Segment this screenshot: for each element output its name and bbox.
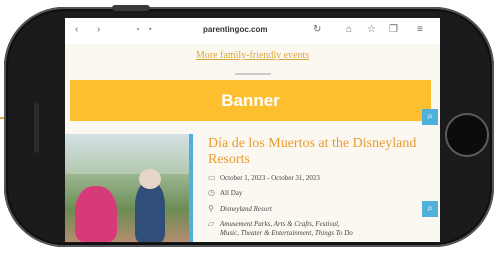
extension-icon[interactable]: ⌂ bbox=[346, 24, 352, 36]
volume-button bbox=[112, 5, 150, 11]
calendar-icon: ▭ bbox=[208, 173, 216, 182]
event-time-row: ◷ All Day bbox=[208, 188, 242, 197]
home-button[interactable] bbox=[445, 113, 489, 157]
event-categories[interactable]: Amusement Parks, Arts & Crafts, Festival… bbox=[220, 220, 340, 228]
event-photo[interactable] bbox=[65, 134, 189, 242]
speaker-grille bbox=[34, 103, 39, 153]
event-accent-bar bbox=[189, 134, 193, 242]
search-button-secondary[interactable]: ⌕ bbox=[422, 201, 438, 217]
event-categories-row: ▱ Amusement Parks, Arts & Crafts, Festiva… bbox=[208, 219, 340, 228]
search-icon: ⌕ bbox=[427, 203, 433, 214]
lock-icon: ▪ bbox=[149, 26, 152, 33]
event-time: All Day bbox=[220, 189, 243, 197]
reload-icon[interactable]: ↻ bbox=[313, 24, 321, 36]
search-button[interactable]: ⌕ bbox=[422, 109, 438, 125]
event-title[interactable]: Día de los Muertos at the Disneyland Res… bbox=[208, 136, 418, 168]
address-bar-url[interactable]: parentingoc.com bbox=[203, 25, 267, 34]
menu-icon[interactable]: ≡ bbox=[417, 24, 423, 36]
location-pin-icon: ⚲ bbox=[208, 204, 214, 213]
folder-icon: ▱ bbox=[208, 219, 215, 228]
forward-icon[interactable]: › bbox=[97, 24, 100, 36]
back-icon[interactable]: ‹ bbox=[75, 24, 78, 36]
clock-icon: ◷ bbox=[208, 188, 215, 197]
event-dates: October 1, 2023 - October 31, 2023 bbox=[220, 174, 320, 182]
more-events-link[interactable]: More family-friendly events bbox=[65, 50, 440, 61]
search-icon: ⌕ bbox=[427, 111, 433, 122]
event-categories-row-2: Music, Theater & Entertainment, Things T… bbox=[220, 229, 353, 237]
browser-toolbar: ‹ › ◔ ▪ parentingoc.com ↻ ⌂ ☆ ❐ ≡ bbox=[65, 18, 440, 44]
phone-screen: ‹ › ◔ ▪ parentingoc.com ↻ ⌂ ☆ ❐ ≡ More f… bbox=[65, 18, 440, 242]
event-dates-row: ▭ October 1, 2023 - October 31, 2023 bbox=[208, 173, 320, 182]
banner: Banner bbox=[70, 80, 431, 121]
divider bbox=[235, 73, 271, 75]
event-location-row: ⚲ Disneyland Resort bbox=[208, 204, 272, 213]
event-location[interactable]: Disneyland Resort bbox=[220, 205, 272, 213]
event-categories-continued[interactable]: Music, Theater & Entertainment, Things T… bbox=[220, 229, 353, 237]
bookmark-star-icon[interactable]: ☆ bbox=[367, 24, 376, 36]
reader-icon[interactable]: ◔ bbox=[135, 24, 140, 36]
tabs-icon[interactable]: ❐ bbox=[389, 24, 398, 36]
